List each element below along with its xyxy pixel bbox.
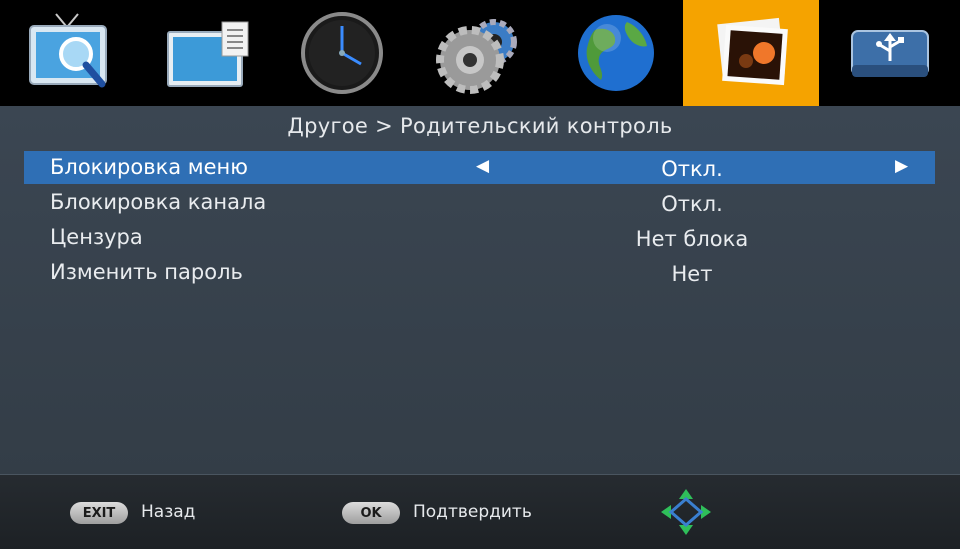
menu-item-censorship[interactable]: Цензура Нет блока: [24, 221, 935, 254]
gears-icon: [436, 19, 517, 94]
navigation-pad-icon: [661, 489, 711, 535]
menu-item-change-password[interactable]: Изменить пароль Нет: [24, 256, 935, 289]
tab-network[interactable]: [548, 0, 684, 106]
breadcrumb: Другое > Родительский контроль: [287, 114, 673, 138]
arrow-left-icon[interactable]: ◀: [476, 156, 489, 176]
menu-item-channel-lock[interactable]: Блокировка канала Откл.: [24, 186, 935, 219]
globe-icon: [578, 15, 654, 91]
footer-hints: EXIT Назад OK Подтвердить: [0, 474, 960, 549]
menu-item-value: Откл.: [661, 157, 723, 181]
tab-usb[interactable]: [822, 0, 958, 106]
menu-item-label: Блокировка канала: [50, 190, 267, 214]
ok-key-button[interactable]: OK: [342, 502, 400, 524]
menu-item-label: Блокировка меню: [50, 155, 248, 179]
menu-item-label: Цензура: [50, 225, 143, 249]
monitor-icon: [167, 21, 249, 87]
menu-item-value: Нет блока: [635, 227, 749, 251]
menu-item-menu-lock[interactable]: Блокировка меню ◀ Откл. ▶: [24, 151, 935, 184]
tab-setup[interactable]: [410, 0, 546, 106]
menu-item-label: Изменить пароль: [50, 260, 243, 284]
clock-icon: [301, 12, 383, 94]
tab-other[interactable]: [683, 0, 819, 106]
top-menu-bar: [0, 0, 960, 106]
exit-key-button[interactable]: EXIT: [70, 502, 128, 524]
tab-tv[interactable]: [2, 0, 138, 106]
menu-item-value: Нет: [671, 262, 713, 286]
usb-drive-icon: [851, 30, 929, 77]
parental-control-panel: Другое > Родительский контроль Блокировк…: [0, 106, 960, 474]
arrow-right-icon[interactable]: ▶: [895, 156, 908, 176]
tab-picture[interactable]: [140, 0, 276, 106]
tab-time[interactable]: [274, 0, 410, 106]
photos-icon: [717, 17, 788, 86]
menu-item-value: Откл.: [661, 192, 723, 216]
exit-hint-label: Назад: [141, 502, 196, 522]
tv-icon: [29, 13, 107, 88]
ok-hint-label: Подтвердить: [413, 502, 532, 522]
